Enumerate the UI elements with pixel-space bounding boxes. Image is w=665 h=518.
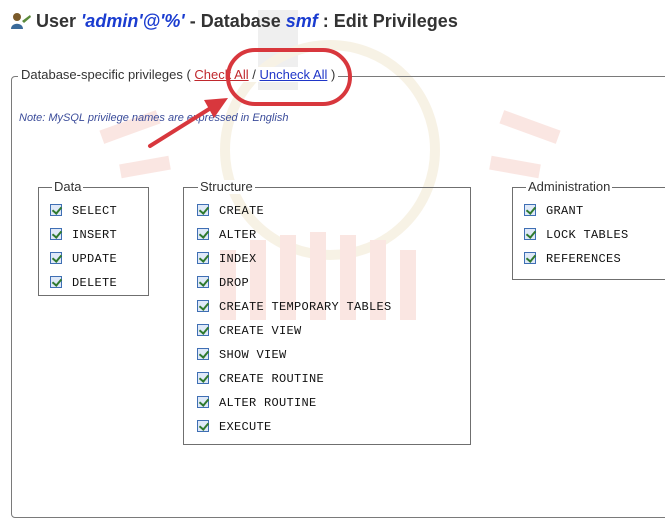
privilege-structure-drop[interactable]: DROP — [197, 275, 249, 292]
privilege-structure-create-temporary-tables[interactable]: CREATE TEMPORARY TABLES — [197, 299, 392, 316]
privilege-structure-create[interactable]: CREATE — [197, 203, 264, 220]
privilege-data-select[interactable]: SELECT — [50, 203, 117, 220]
privilege-label: DELETE — [72, 276, 118, 290]
data-group-legend: Data — [52, 179, 84, 194]
checkbox[interactable] — [524, 228, 536, 240]
checkbox[interactable] — [197, 228, 209, 240]
privilege-structure-alter-routine[interactable]: ALTER ROUTINE — [197, 395, 317, 412]
privilege-structure-show-view[interactable]: SHOW VIEW — [197, 347, 287, 364]
privilege-label: UPDATE — [72, 252, 118, 266]
privilege-data-insert[interactable]: INSERT — [50, 227, 117, 244]
checkbox[interactable] — [50, 204, 62, 216]
privilege-label: ALTER ROUTINE — [219, 396, 317, 410]
checkbox[interactable] — [197, 420, 209, 432]
privilege-administration-grant[interactable]: GRANT — [524, 203, 584, 220]
checkbox[interactable] — [524, 204, 536, 216]
privilege-label: CREATE TEMPORARY TABLES — [219, 300, 392, 314]
checkbox[interactable] — [50, 276, 62, 288]
checkbox[interactable] — [197, 204, 209, 216]
privilege-label: SELECT — [72, 204, 118, 218]
checkbox[interactable] — [50, 228, 62, 240]
checkbox[interactable] — [197, 396, 209, 408]
privilege-label: CREATE ROUTINE — [219, 372, 325, 386]
privilege-structure-create-routine[interactable]: CREATE ROUTINE — [197, 371, 324, 388]
checkbox[interactable] — [197, 372, 209, 384]
checkbox[interactable] — [197, 348, 209, 360]
privilege-label: SHOW VIEW — [219, 348, 287, 362]
privilege-structure-alter[interactable]: ALTER — [197, 227, 257, 244]
privilege-label: INSERT — [72, 228, 118, 242]
privilege-structure-index[interactable]: INDEX — [197, 251, 257, 268]
privilege-label: ALTER — [219, 228, 257, 242]
checkbox[interactable] — [50, 252, 62, 264]
checkbox[interactable] — [197, 324, 209, 336]
privilege-label: DROP — [219, 276, 250, 290]
checkbox[interactable] — [197, 252, 209, 264]
privilege-label: EXECUTE — [219, 420, 272, 434]
checkbox[interactable] — [197, 276, 209, 288]
privilege-administration-lock-tables[interactable]: LOCK TABLES — [524, 227, 629, 244]
privilege-structure-create-view[interactable]: CREATE VIEW — [197, 323, 302, 340]
structure-group-legend: Structure — [198, 179, 255, 194]
privilege-label: CREATE — [219, 204, 265, 218]
privilege-data-update[interactable]: UPDATE — [50, 251, 117, 268]
privilege-administration-references[interactable]: REFERENCES — [524, 251, 621, 268]
privilege-label: GRANT — [546, 204, 584, 218]
administration-group-legend: Administration — [526, 179, 613, 194]
privilege-label: INDEX — [219, 252, 257, 266]
checkbox[interactable] — [197, 300, 209, 312]
privilege-label: REFERENCES — [546, 252, 622, 266]
privilege-structure-execute[interactable]: EXECUTE — [197, 419, 272, 436]
privilege-label: CREATE VIEW — [219, 324, 302, 338]
privilege-data-delete[interactable]: DELETE — [50, 275, 117, 292]
privilege-label: LOCK TABLES — [546, 228, 629, 242]
checkbox[interactable] — [524, 252, 536, 264]
